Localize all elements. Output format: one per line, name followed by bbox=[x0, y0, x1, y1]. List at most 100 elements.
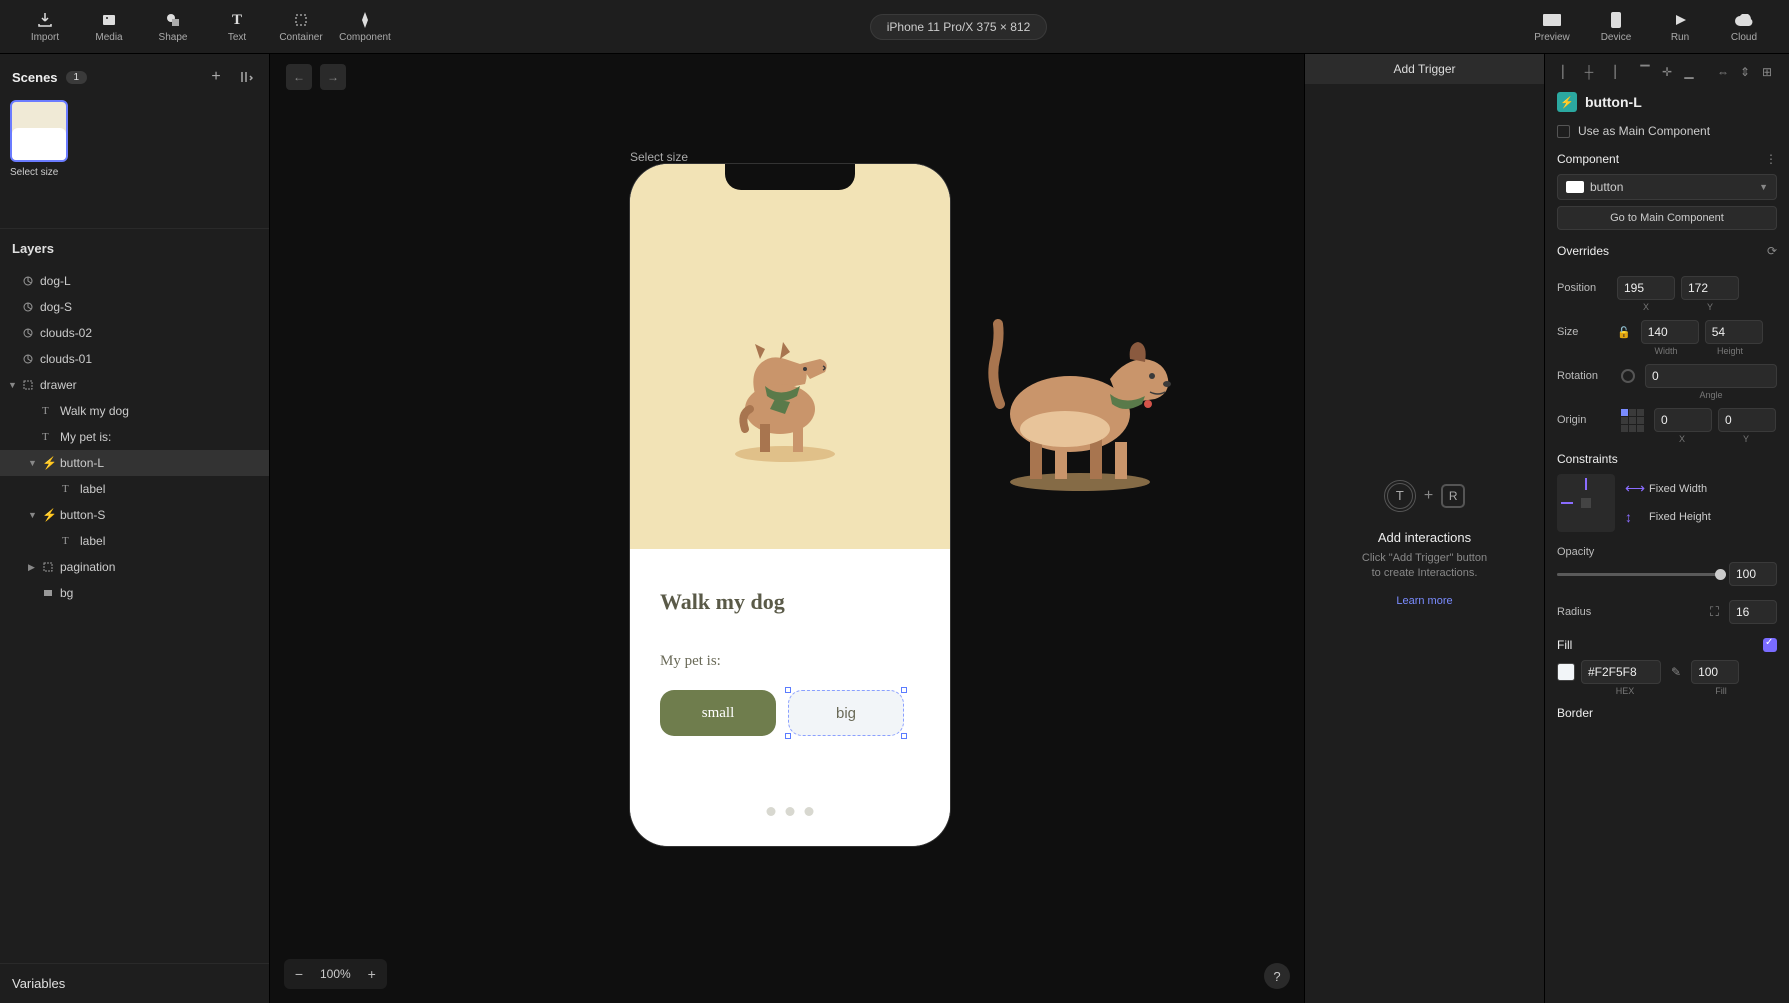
layer-row-bg[interactable]: bg bbox=[0, 580, 269, 606]
eyedropper-icon[interactable]: ✎ bbox=[1667, 665, 1685, 679]
opacity-row bbox=[1557, 562, 1777, 586]
align-top-icon[interactable]: ▔ bbox=[1635, 62, 1655, 82]
overrides-title: Overrides ⟳ bbox=[1557, 244, 1777, 258]
layer-row-clouds-02[interactable]: clouds-02 bbox=[0, 320, 269, 346]
device-selector[interactable]: iPhone 11 Pro/X 375 × 812 bbox=[870, 14, 1048, 40]
use-main-label: Use as Main Component bbox=[1578, 124, 1710, 138]
distribute-h-icon[interactable]: ⇔ bbox=[1713, 62, 1733, 82]
layer-row-My-pet-is:[interactable]: TMy pet is: bbox=[0, 424, 269, 450]
fill-row: ✎ bbox=[1557, 660, 1777, 684]
text-label: Text bbox=[228, 32, 246, 43]
frame-label[interactable]: Select size bbox=[630, 150, 688, 164]
interactions-title: Add interactions bbox=[1378, 530, 1471, 545]
run-tool[interactable]: Run bbox=[1651, 3, 1709, 51]
origin-grid[interactable] bbox=[1621, 409, 1644, 432]
lock-icon[interactable]: 🔓 bbox=[1617, 326, 1631, 339]
width-input[interactable] bbox=[1641, 320, 1699, 344]
origin-y-input[interactable] bbox=[1718, 408, 1776, 432]
origin-x-input[interactable] bbox=[1654, 408, 1712, 432]
checkbox-icon[interactable] bbox=[1557, 125, 1570, 138]
layer-row-Walk-my-dog[interactable]: TWalk my dog bbox=[0, 398, 269, 424]
component-menu-icon[interactable]: ⋮ bbox=[1765, 152, 1777, 166]
constraint-grid[interactable] bbox=[1557, 474, 1615, 532]
distribute-v-icon[interactable]: ⇕ bbox=[1735, 62, 1755, 82]
cloud-icon bbox=[1735, 10, 1753, 30]
phone-notch bbox=[725, 164, 855, 190]
scene-thumb-1[interactable] bbox=[10, 100, 68, 162]
media-tool[interactable]: Media bbox=[80, 3, 138, 51]
scene-thumb-name: Select size bbox=[10, 167, 259, 178]
position-x-input[interactable] bbox=[1617, 276, 1675, 300]
pagination bbox=[767, 807, 814, 816]
fixed-width-row[interactable]: ⟷Fixed Width bbox=[1625, 480, 1711, 497]
fill-opacity-input[interactable] bbox=[1691, 660, 1739, 684]
dog-small-illustration bbox=[705, 314, 865, 469]
component-select[interactable]: button ▼ bbox=[1557, 174, 1777, 200]
align-left-icon[interactable]: ▏ bbox=[1557, 62, 1577, 82]
add-trigger-button[interactable]: Add Trigger bbox=[1305, 54, 1544, 84]
zoom-value[interactable]: 100% bbox=[314, 967, 357, 981]
rotation-input[interactable] bbox=[1645, 364, 1777, 388]
layer-row-clouds-01[interactable]: clouds-01 bbox=[0, 346, 269, 372]
align-bottom-icon[interactable]: ▁ bbox=[1679, 62, 1699, 82]
variables-section[interactable]: Variables bbox=[0, 963, 269, 1003]
fixed-height-row[interactable]: ↕Fixed Height bbox=[1625, 509, 1711, 525]
align-center-h-icon[interactable]: ┼ bbox=[1579, 62, 1599, 82]
use-main-checkbox-row[interactable]: Use as Main Component bbox=[1557, 124, 1777, 138]
device-label: Device bbox=[1601, 32, 1632, 43]
scene-flow-button[interactable] bbox=[235, 66, 257, 88]
media-label: Media bbox=[95, 32, 122, 43]
text-tool[interactable]: T Text bbox=[208, 3, 266, 51]
zoom-in-button[interactable]: + bbox=[361, 963, 383, 985]
import-tool[interactable]: Import bbox=[16, 3, 74, 51]
drawer-title: Walk my dog bbox=[660, 589, 920, 615]
help-button[interactable]: ? bbox=[1264, 963, 1290, 989]
rotation-dial-icon[interactable] bbox=[1621, 369, 1635, 383]
fill-toggle[interactable] bbox=[1763, 638, 1777, 652]
fill-hex-input[interactable] bbox=[1581, 660, 1661, 684]
layer-row-label[interactable]: Tlabel bbox=[0, 528, 269, 554]
tool-group-left: Import Media Shape T Text Container Comp… bbox=[16, 3, 394, 51]
constraints-title: Constraints bbox=[1557, 452, 1777, 466]
dog-large-illustration bbox=[970, 304, 1190, 499]
shape-tool[interactable]: Shape bbox=[144, 3, 202, 51]
response-square-icon: R bbox=[1441, 484, 1465, 508]
component-name: button-L bbox=[1585, 94, 1642, 110]
tidy-icon[interactable]: ⊞ bbox=[1757, 62, 1777, 82]
origin-label: Origin bbox=[1557, 414, 1611, 426]
align-center-v-icon[interactable]: ✛ bbox=[1657, 62, 1677, 82]
preview-tool[interactable]: Preview bbox=[1523, 3, 1581, 51]
layer-row-dog-L[interactable]: dog-L bbox=[0, 268, 269, 294]
height-input[interactable] bbox=[1705, 320, 1763, 344]
goto-main-component-button[interactable]: Go to Main Component bbox=[1557, 206, 1777, 230]
phone-frame[interactable]: Walk my dog My pet is: small big bbox=[630, 164, 950, 846]
import-label: Import bbox=[31, 32, 59, 43]
opacity-slider[interactable] bbox=[1557, 573, 1721, 576]
device-tool[interactable]: Device bbox=[1587, 3, 1645, 51]
cloud-tool[interactable]: Cloud bbox=[1715, 3, 1773, 51]
layer-row-button-L[interactable]: ▼⚡button-L bbox=[0, 450, 269, 476]
add-scene-button[interactable]: + bbox=[205, 66, 227, 88]
canvas[interactable]: ← → Select size bbox=[270, 54, 1304, 1003]
layer-row-dog-S[interactable]: dog-S bbox=[0, 294, 269, 320]
position-y-input[interactable] bbox=[1681, 276, 1739, 300]
layer-row-button-S[interactable]: ▼⚡button-S bbox=[0, 502, 269, 528]
fill-swatch[interactable] bbox=[1557, 663, 1575, 681]
layer-row-label[interactable]: Tlabel bbox=[0, 476, 269, 502]
container-tool[interactable]: Container bbox=[272, 3, 330, 51]
zoom-out-button[interactable]: − bbox=[288, 963, 310, 985]
align-right-icon[interactable]: ▕ bbox=[1601, 62, 1621, 82]
button-large-selected[interactable]: big bbox=[788, 690, 904, 736]
corners-icon[interactable]: ⛶ bbox=[1706, 604, 1723, 620]
layer-row-pagination[interactable]: ▶pagination bbox=[0, 554, 269, 580]
chevron-down-icon: ▼ bbox=[1759, 182, 1768, 192]
learn-more-link[interactable]: Learn more bbox=[1396, 595, 1452, 607]
button-small[interactable]: small bbox=[660, 690, 776, 736]
layer-row-drawer[interactable]: ▼drawer bbox=[0, 372, 269, 398]
opacity-input[interactable] bbox=[1729, 562, 1777, 586]
radius-input[interactable] bbox=[1729, 600, 1777, 624]
inspector-panel: ▏ ┼ ▕ ▔ ✛ ▁ ⇔ ⇕ ⊞ ⚡ button-L Use as Main… bbox=[1544, 54, 1789, 1003]
refresh-icon[interactable]: ⟳ bbox=[1767, 244, 1777, 258]
run-icon bbox=[1673, 10, 1687, 30]
component-tool[interactable]: Component bbox=[336, 3, 394, 51]
